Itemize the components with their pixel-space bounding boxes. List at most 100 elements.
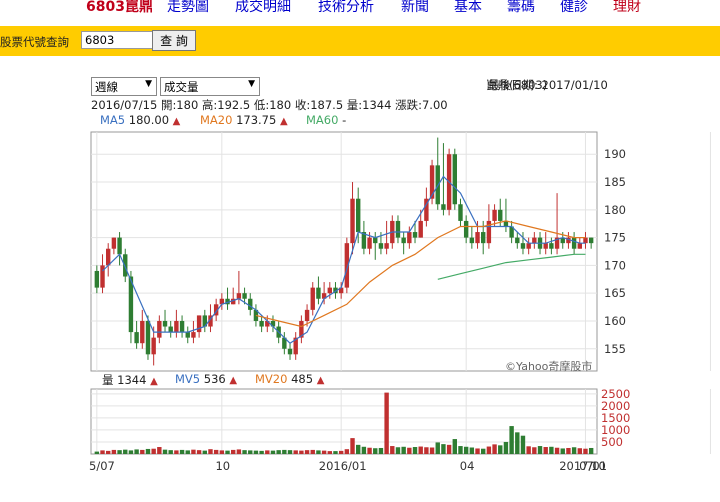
volume-bar bbox=[219, 450, 225, 454]
candle-body bbox=[492, 209, 497, 221]
candle-body bbox=[407, 232, 412, 244]
stock-chart: 1551601651701751801851905001000150020002… bbox=[89, 131, 711, 473]
candle-body bbox=[287, 348, 293, 355]
volume-bar bbox=[356, 444, 361, 454]
candle-body bbox=[543, 243, 548, 249]
volume-bar bbox=[179, 449, 185, 454]
candle-body bbox=[452, 154, 457, 205]
volume-bar bbox=[577, 448, 582, 454]
volume-bar bbox=[327, 451, 332, 454]
volume-bar bbox=[270, 450, 276, 454]
volume-bar bbox=[401, 446, 406, 454]
candle-body bbox=[168, 326, 173, 333]
volume-bar bbox=[344, 449, 350, 454]
volume-bar bbox=[571, 447, 577, 454]
volume-bar bbox=[100, 450, 105, 454]
volume-bar bbox=[537, 446, 543, 454]
candle-body bbox=[196, 315, 202, 333]
volume-bar bbox=[543, 447, 548, 454]
candle-body bbox=[140, 320, 145, 344]
candle-body bbox=[412, 232, 418, 238]
volume-tick-label: 1000 bbox=[601, 423, 630, 437]
volume-bar bbox=[276, 450, 281, 454]
volume-bar bbox=[157, 447, 162, 454]
volume-bar bbox=[202, 450, 207, 454]
candle-body bbox=[373, 237, 378, 244]
price-tick-label: 180 bbox=[604, 203, 626, 217]
volume-bar bbox=[503, 441, 509, 454]
x-tick-label: 2017/01 bbox=[559, 459, 607, 473]
volume-bar bbox=[554, 447, 560, 454]
x-tick-label: 2016/01 bbox=[319, 459, 367, 473]
watermark: ©Yahoo奇摩股市 bbox=[505, 359, 592, 373]
price-tick-label: 155 bbox=[604, 342, 626, 356]
volume-bar bbox=[378, 447, 384, 454]
volume-bar bbox=[361, 446, 367, 454]
candle-body bbox=[316, 287, 321, 299]
volume-bar bbox=[458, 446, 463, 454]
candle-body bbox=[378, 243, 384, 249]
volume-bar bbox=[304, 450, 310, 454]
x-tick-label: 5/07 bbox=[89, 459, 115, 473]
volume-bar bbox=[174, 450, 179, 454]
volume-bar bbox=[384, 392, 389, 454]
volume-bar bbox=[321, 450, 327, 454]
volume-bar bbox=[106, 450, 111, 454]
volume-bar bbox=[259, 450, 264, 454]
volume-bar bbox=[225, 450, 230, 454]
volume-bar bbox=[350, 438, 355, 454]
volume-bar bbox=[560, 448, 565, 454]
volume-bar bbox=[293, 450, 298, 454]
candle-body bbox=[151, 337, 156, 355]
volume-bar bbox=[111, 449, 117, 454]
volume-bar bbox=[338, 450, 344, 454]
volume-tick-label: 1500 bbox=[601, 411, 630, 425]
volume-bar bbox=[287, 450, 293, 454]
volume-bar bbox=[407, 447, 412, 454]
volume-tick-label: 500 bbox=[601, 435, 623, 449]
candle-body bbox=[429, 165, 435, 199]
candle-body bbox=[441, 204, 446, 210]
volume-bar bbox=[520, 435, 526, 454]
volume-bar bbox=[162, 449, 168, 454]
volume-bar bbox=[395, 447, 401, 454]
volume-bar bbox=[475, 448, 480, 454]
price-frame bbox=[90, 131, 598, 372]
ma5-line bbox=[102, 175, 586, 344]
candle-body bbox=[498, 209, 503, 221]
volume-tick-label: 2500 bbox=[601, 387, 630, 401]
x-tick-label: 04 bbox=[460, 459, 475, 473]
volume-bar bbox=[509, 426, 514, 454]
candle-body bbox=[304, 309, 310, 321]
price-tick-label: 190 bbox=[604, 147, 626, 161]
volume-bar bbox=[248, 450, 253, 454]
volume-bar bbox=[196, 450, 202, 454]
volume-bar bbox=[367, 447, 372, 454]
candle-body bbox=[248, 298, 253, 310]
ma60-line bbox=[437, 253, 586, 280]
volume-bar bbox=[185, 450, 190, 454]
volume-bars bbox=[94, 392, 594, 454]
candle-body bbox=[515, 237, 520, 244]
volume-tick-label: 2000 bbox=[601, 399, 630, 413]
volume-bar bbox=[231, 449, 236, 454]
candle-body bbox=[583, 237, 588, 244]
candle-body bbox=[179, 320, 185, 333]
volume-bar bbox=[316, 450, 321, 454]
candle-body bbox=[191, 332, 196, 338]
ma-lines bbox=[102, 175, 586, 344]
volume-bar bbox=[145, 448, 151, 454]
candle-body bbox=[571, 237, 577, 249]
volume-bar bbox=[333, 451, 338, 454]
candle-body bbox=[384, 243, 389, 249]
volume-bar bbox=[441, 444, 446, 454]
price-tick-label: 165 bbox=[604, 286, 626, 300]
candle-body bbox=[106, 248, 111, 266]
candle-body bbox=[395, 220, 401, 238]
volume-bar bbox=[446, 444, 452, 454]
candle-body bbox=[134, 332, 139, 344]
volume-bar bbox=[469, 447, 475, 454]
candle-body bbox=[475, 232, 480, 244]
price-tick-label: 185 bbox=[604, 175, 626, 189]
volume-bar bbox=[549, 446, 554, 454]
